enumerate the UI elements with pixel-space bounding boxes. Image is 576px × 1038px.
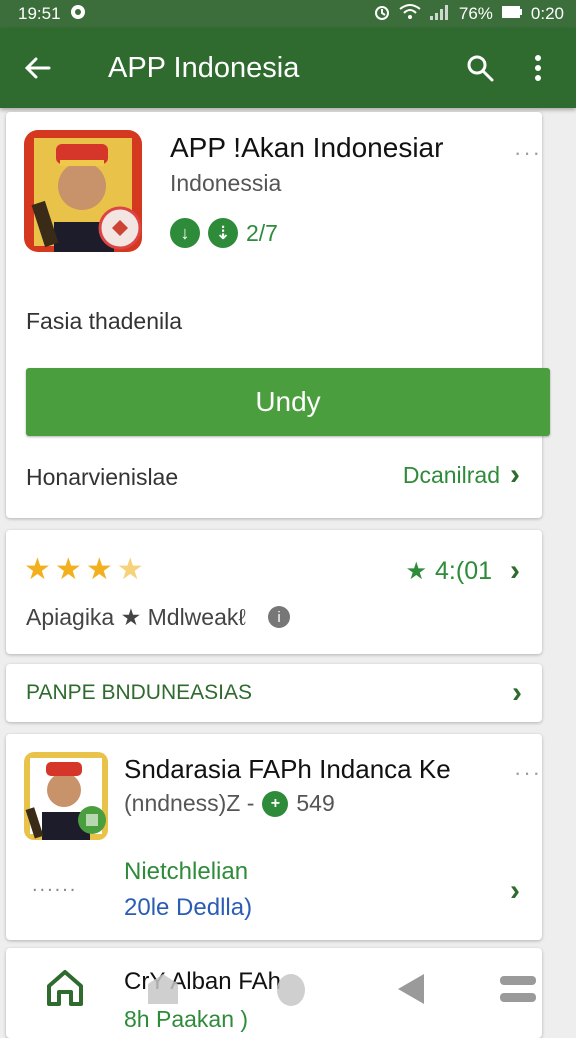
section-header-label: PANPE BNDUNEASIAS bbox=[26, 681, 253, 704]
related-app-green-line: Nietchlelian bbox=[124, 858, 249, 885]
star-full-icon: ★ bbox=[85, 553, 113, 586]
status-bar: 19:51 76% 0:20 bbox=[0, 0, 576, 28]
download-link-label: Dcanilrad bbox=[402, 461, 500, 488]
app-icon[interactable] bbox=[24, 130, 142, 252]
battery-icon bbox=[501, 4, 523, 24]
star-half-icon: ★ bbox=[116, 553, 144, 586]
alarm-icon bbox=[373, 3, 391, 26]
rating-stars: ★ ★ ★ ★ bbox=[24, 552, 144, 587]
plus-icon: + bbox=[262, 790, 289, 817]
partial-app-subtitle: 8h Paakan ) bbox=[124, 1006, 249, 1032]
section-header-card[interactable]: PANPE BNDUNEASIAS › bbox=[6, 664, 542, 722]
download-icon: ↓ bbox=[170, 218, 200, 248]
wifi-icon bbox=[399, 3, 421, 26]
badge-count: 2/7 bbox=[246, 219, 278, 246]
app-title: APP !Akan Indonesiar bbox=[170, 132, 444, 163]
dots-placeholder: ...... bbox=[32, 874, 78, 896]
app-detail-card: APP !Akan Indonesiar ··· Indonessia ↓ ⇣ … bbox=[6, 112, 550, 518]
info-icon: i bbox=[268, 606, 290, 628]
partial-app-card[interactable]: CrY Alban FAh 8h Paakan ) bbox=[6, 948, 542, 1038]
related-app-title: Sndarasia FAPh Indanca Ke bbox=[124, 754, 451, 784]
rating-star-icon: ★ bbox=[405, 557, 428, 585]
star-full-icon: ★ bbox=[24, 553, 51, 586]
update-icon: ⇣ bbox=[208, 218, 238, 248]
related-app-icon[interactable] bbox=[24, 752, 108, 840]
app-developer[interactable]: Indonessia bbox=[170, 170, 281, 197]
chevron-right-icon: › bbox=[512, 676, 522, 709]
app-bar-title: APP Indonesia bbox=[108, 51, 300, 84]
rating-caption: Apiagika ★ Mdlweakℓ bbox=[26, 604, 246, 630]
download-link[interactable]: Dcanilrad › bbox=[403, 458, 520, 492]
card-footer-label: Honarvienislae bbox=[26, 464, 179, 490]
partial-app-title: CrY Alban FAh bbox=[124, 968, 281, 995]
chevron-right-icon: › bbox=[510, 458, 520, 491]
related-app-count: 549 bbox=[296, 790, 335, 816]
status-time: 19:51 bbox=[18, 4, 61, 23]
overflow-menu-icon[interactable] bbox=[518, 48, 558, 88]
app-description: Fasia thadenila bbox=[26, 308, 182, 334]
search-icon[interactable] bbox=[460, 48, 500, 88]
app-bar: APP Indonesia bbox=[0, 28, 576, 108]
back-arrow-icon[interactable] bbox=[18, 48, 58, 88]
more-options-icon[interactable]: ··· bbox=[514, 760, 542, 786]
rating-value: 4:(01 bbox=[435, 556, 492, 585]
rating-card[interactable]: ★ ★ ★ ★ ★ 4:(01 › Apiagika ★ Mdlweakℓ i bbox=[6, 530, 542, 654]
install-button[interactable]: Undy bbox=[26, 368, 550, 436]
chevron-right-icon: › bbox=[510, 554, 520, 587]
notification-icon bbox=[69, 3, 87, 26]
more-options-icon[interactable]: ··· bbox=[514, 140, 542, 166]
related-app-subtitle: (nndness)Z - bbox=[124, 790, 255, 816]
battery-percent: 76% bbox=[458, 4, 493, 23]
status-clock-right: 0:20 bbox=[530, 4, 564, 23]
signal-icon bbox=[429, 3, 451, 26]
related-app-card[interactable]: Sndarasia FAPh Indanca Ke ··· (nndness)Z… bbox=[6, 734, 542, 940]
chevron-right-icon: › bbox=[510, 874, 520, 907]
star-full-icon: ★ bbox=[54, 553, 82, 586]
related-app-blue-line: 20le Dedlla) bbox=[124, 894, 253, 921]
